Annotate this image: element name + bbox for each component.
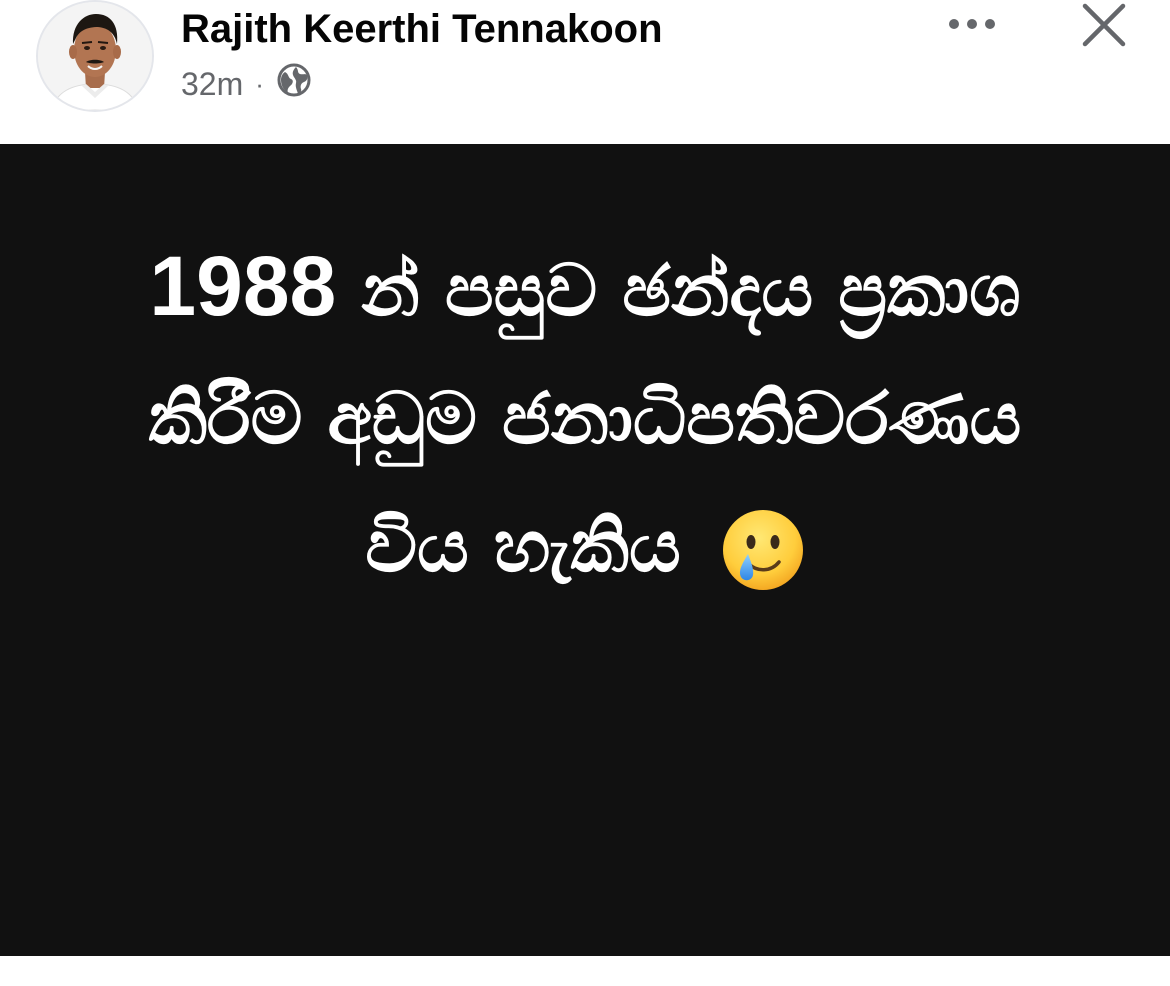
post-view: Rajith Keerthi Tennakoon 32m · 1988 න් ප… xyxy=(0,0,1170,986)
face-holding-back-tears-emoji xyxy=(721,503,805,591)
post-meta: 32m · xyxy=(181,62,312,106)
post-timestamp[interactable]: 32m xyxy=(181,66,243,103)
author-avatar[interactable] xyxy=(36,0,154,112)
post-text-line-1: 1988 න් පසුව ඡන්දය ප්‍රකාශ xyxy=(70,222,1100,354)
post-image-text: 1988 න් පසුව ඡන්දය ප්‍රකාශ කිරීම අඩුම ජන… xyxy=(70,222,1100,610)
close-button[interactable] xyxy=(1078,0,1130,50)
meta-separator: · xyxy=(255,68,264,99)
profile-photo xyxy=(38,2,152,110)
post-footer-strip xyxy=(0,956,1170,986)
post-text-line-3-words: විය හැකිය xyxy=(365,504,681,588)
post-header: Rajith Keerthi Tennakoon 32m · xyxy=(0,0,1170,144)
author-name[interactable]: Rajith Keerthi Tennakoon xyxy=(181,4,663,54)
post-text-line-2: කිරීම අඩුම ජනාධිපතිවරණය xyxy=(148,376,1022,460)
more-options-button[interactable] xyxy=(940,6,1004,42)
post-text-year: 1988 xyxy=(149,239,337,333)
more-options-icon xyxy=(949,19,995,29)
globe-icon xyxy=(276,62,312,106)
post-text-line-3: විය හැකිය xyxy=(70,482,1100,610)
post-text-line-1-rest: න් පසුව ඡන්දය ප්‍රකාශ xyxy=(336,248,1021,332)
close-icon xyxy=(1082,3,1126,47)
